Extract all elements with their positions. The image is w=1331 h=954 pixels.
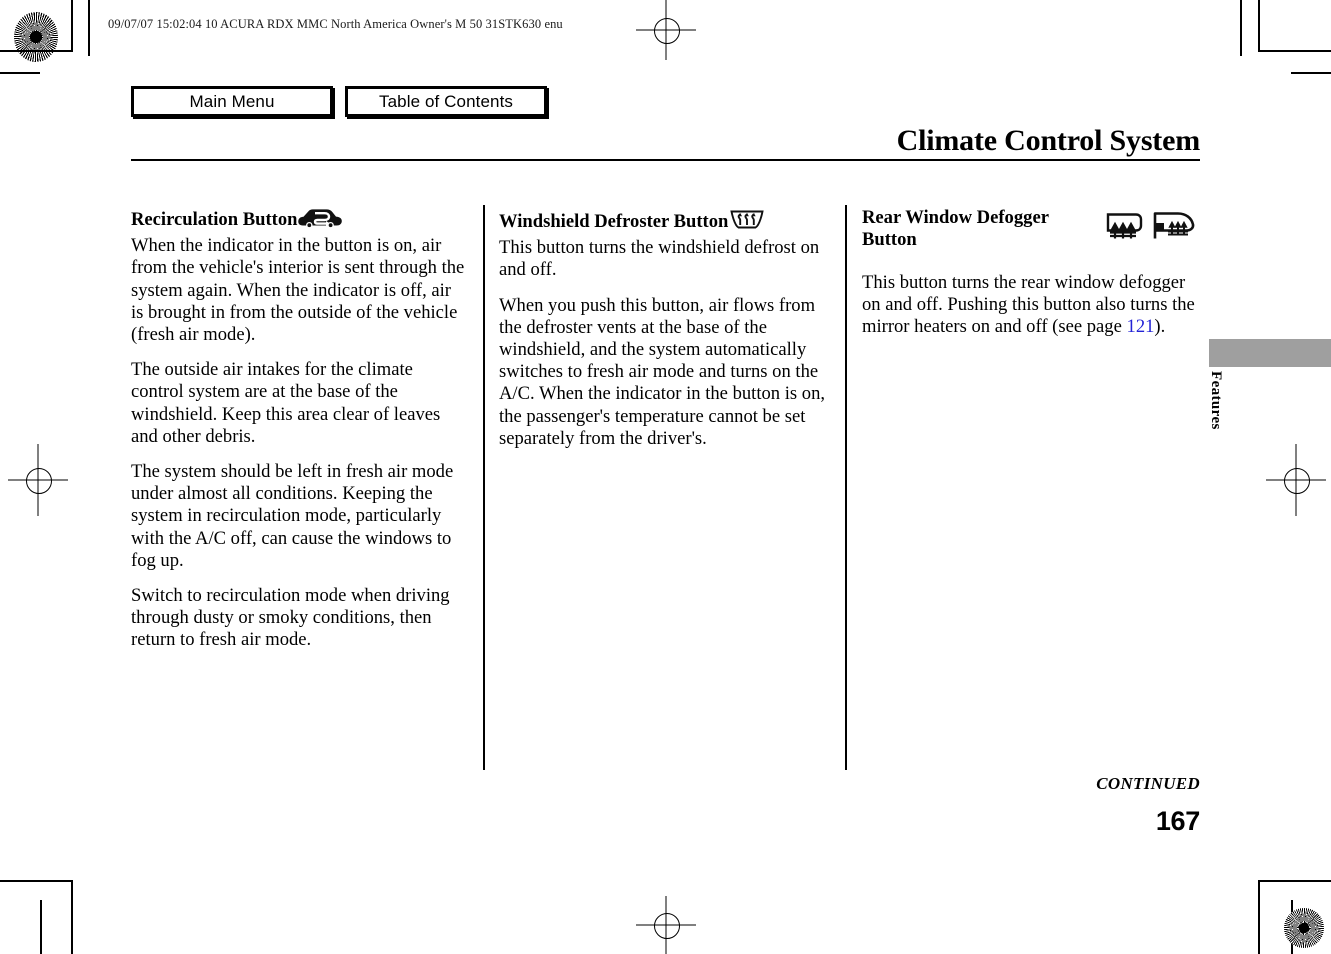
defogger-heading-line-2: Button xyxy=(862,229,917,251)
crop-mark-top-left-vertical xyxy=(71,0,73,52)
section-tab-marker xyxy=(1209,339,1331,367)
crop-mark-bottom-right-horizontal xyxy=(1258,880,1331,882)
defogger-paragraph-part-2: ). xyxy=(1154,316,1166,338)
section-tab-label: Features xyxy=(1208,371,1224,430)
defogger-heading-line-1: Rear Window Defogger xyxy=(862,207,1049,228)
page-number: 167 xyxy=(1155,806,1200,836)
crop-mark-top-right-horizontal xyxy=(1258,50,1331,52)
recirculation-paragraph-4: Switch to recirculation mode when drivin… xyxy=(131,585,450,651)
recirculation-heading-text: Recirculation Button xyxy=(131,209,298,230)
continued-label: CONTINUED xyxy=(1096,774,1200,793)
crop-mark-top-right-inner-vertical xyxy=(1240,0,1242,56)
defroster-paragraph-1: This button turns the windshield defrost… xyxy=(499,237,820,281)
defogger-heading: Rear Window Defogger Button xyxy=(862,207,1087,251)
mirror-heater-icon xyxy=(1152,211,1196,247)
column-windshield-defroster: Windshield Defroster Button This button … xyxy=(499,207,831,450)
crop-mark-top-left-horizontal xyxy=(0,50,73,52)
crop-mark-top-right-inner-horizontal xyxy=(1291,72,1331,74)
crop-mark-top-left-inner-vertical xyxy=(88,0,90,56)
column-divider-1 xyxy=(483,205,485,770)
recirculation-paragraph-3: The system should be left in fresh air m… xyxy=(131,461,454,571)
column-divider-2 xyxy=(845,205,847,770)
registration-crosshair-bottom xyxy=(636,896,696,954)
crop-mark-bottom-right-vertical xyxy=(1258,880,1260,954)
registration-crosshair-top xyxy=(636,0,696,60)
registration-rosette-top-left xyxy=(14,12,58,62)
column-recirculation: Recirculation Button When the indicator … xyxy=(131,207,466,652)
recirculation-car-icon xyxy=(297,207,343,235)
main-menu-button[interactable]: Main Menu xyxy=(131,86,333,117)
recirculation-heading-row: Recirculation Button xyxy=(131,207,466,235)
defroster-paragraph-2: When you push this button, air flows fro… xyxy=(499,294,826,449)
page-title: Climate Control System xyxy=(896,124,1201,157)
table-of-contents-button[interactable]: Table of Contents xyxy=(345,86,547,117)
recirculation-paragraph-2: The outside air intakes for the climate … xyxy=(131,359,441,447)
defogger-heading-row: Rear Window Defogger Button xyxy=(862,207,1200,255)
crop-mark-top-left-inner-horizontal xyxy=(0,72,40,74)
recirculation-paragraph-1: When the indicator in the button is on, … xyxy=(131,235,465,346)
column-rear-window-defogger: Rear Window Defogger Button This button … xyxy=(862,207,1200,339)
crop-mark-bottom-left-horizontal xyxy=(0,880,73,882)
windshield-defroster-icon xyxy=(728,207,766,237)
defroster-heading: Windshield Defroster Button xyxy=(499,207,831,237)
recirculation-heading: Recirculation Button xyxy=(131,207,466,235)
print-metadata-line: 09/07/07 15:02:04 10 ACURA RDX MMC North… xyxy=(108,17,563,31)
defroster-heading-row: Windshield Defroster Button xyxy=(499,207,831,237)
defogger-paragraph-1: This button turns the rear window defogg… xyxy=(862,272,1200,339)
crop-mark-bottom-left-vertical xyxy=(71,880,73,954)
registration-rosette-bottom-right xyxy=(1284,908,1324,948)
page-reference-link-121[interactable]: 121 xyxy=(1127,316,1155,337)
title-underline xyxy=(131,159,1200,161)
crop-mark-bottom-left-inner-vertical xyxy=(40,900,42,954)
rear-window-defogger-icon xyxy=(1105,211,1145,247)
defroster-heading-text: Windshield Defroster Button xyxy=(499,211,729,232)
registration-crosshair-left xyxy=(8,444,68,516)
registration-crosshair-right xyxy=(1266,444,1326,516)
crop-mark-top-right-vertical xyxy=(1258,0,1260,52)
